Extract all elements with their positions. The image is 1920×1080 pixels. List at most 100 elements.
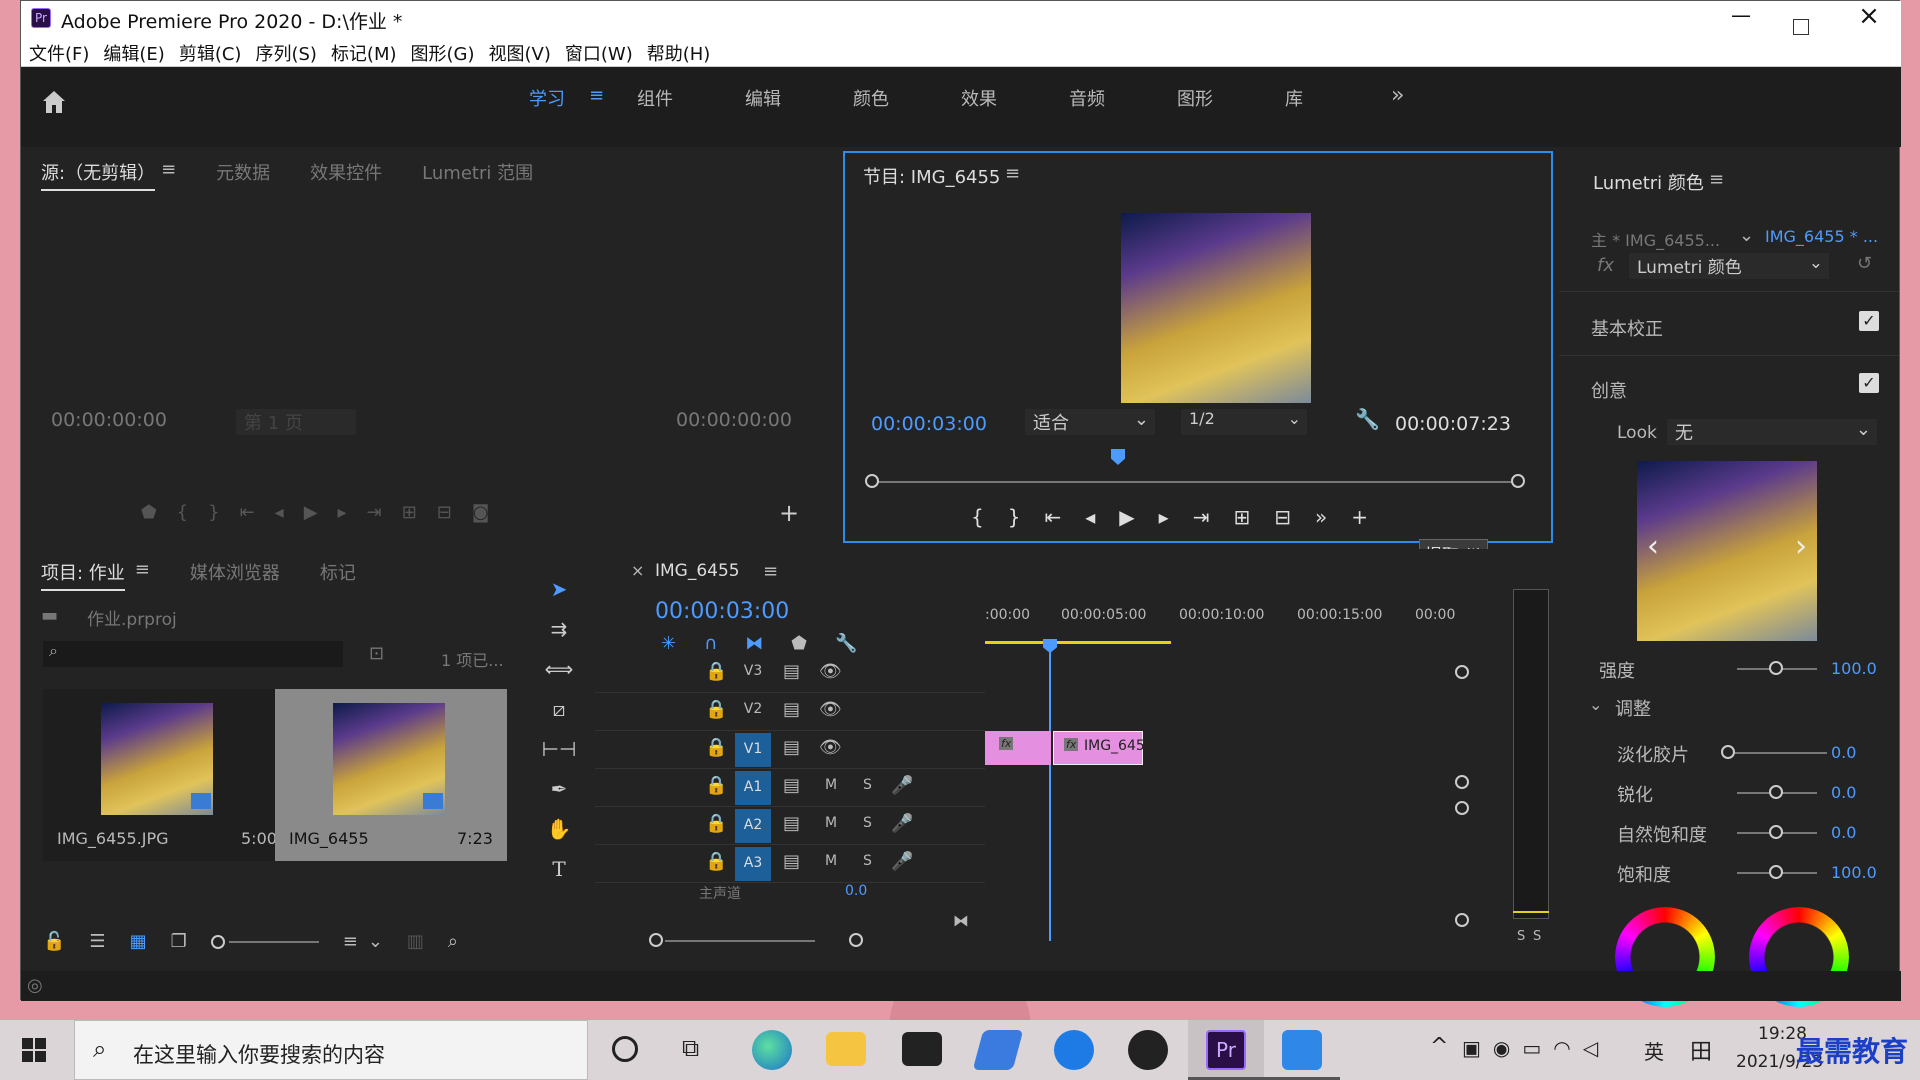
menu-graphics[interactable]: 图形(G) [411,40,475,66]
mute-button[interactable]: M [825,853,837,869]
param-value[interactable]: 0.0 [1831,783,1856,802]
program-add-button[interactable]: + [1351,505,1368,529]
task-switch-icon[interactable]: ⧉ [682,1034,699,1062]
tab-project[interactable]: 项目: 作业 [41,559,125,591]
solo-button[interactable]: S [863,853,872,869]
chevron-down-icon[interactable]: ⌄ [1589,695,1602,714]
mark-out-icon[interactable]: } [1008,505,1021,529]
icon-view-icon[interactable]: ▦ [130,931,147,952]
eye-icon[interactable]: 👁 [819,699,842,720]
maximize-button[interactable] [1793,19,1809,35]
sync-lock-icon[interactable]: ▤ [783,699,800,720]
volume-icon[interactable]: ◁ [1583,1036,1598,1060]
workspace-tab-learn[interactable]: 学习 [529,85,589,111]
camera-icon[interactable]: ◙ [472,502,489,523]
project-item[interactable]: IMG_6455.JPG 5:00 [43,689,277,861]
menu-clip[interactable]: 剪辑(C) [179,40,242,66]
chevron-down-icon[interactable]: ⌄ [368,931,383,952]
tab-source[interactable]: 源:（无剪辑） [41,159,156,191]
timeline-settings-icon[interactable]: 🔧 [835,633,857,654]
list-view-icon[interactable]: ☰ [89,931,105,952]
program-scrub-bar[interactable] [871,481,1521,483]
go-to-out-icon[interactable]: ⇥ [1193,505,1210,529]
step-back-icon[interactable]: ◂ [1085,505,1095,529]
track-label[interactable]: V2 [735,701,771,717]
program-playhead[interactable] [1111,449,1125,465]
extract-icon[interactable]: ⊟ [1274,505,1291,529]
menu-file[interactable]: 文件(F) [29,40,89,66]
look-select[interactable]: 无 ⌄ [1667,419,1877,445]
more-buttons-icon[interactable]: » [1315,505,1327,529]
workspace-menu-icon[interactable]: ≡ [589,85,637,111]
razor-tool-icon[interactable]: ⧄ [541,691,577,727]
lock-icon[interactable]: 🔒 [705,851,727,872]
track-select-tool-icon[interactable]: ⇉ [541,611,577,647]
lock-icon[interactable]: 🔓 [43,931,65,952]
task-view-icon[interactable] [612,1036,638,1062]
lumetri-effect-select[interactable]: Lumetri 颜色 ⌄ [1629,253,1829,279]
project-search-input[interactable]: ⌕ [43,641,343,667]
app-icon-blue[interactable] [972,1030,1024,1070]
look-prev-icon[interactable]: ‹ [1647,529,1659,564]
tray-app-icon[interactable]: ▣ [1462,1036,1481,1060]
sync-lock-icon[interactable]: ▤ [783,813,800,834]
menu-window[interactable]: 窗口(W) [565,40,633,66]
mute-button[interactable]: M [825,777,837,793]
param-knob[interactable] [1721,745,1735,759]
track-label[interactable]: A1 [735,771,771,805]
lumetri-clip[interactable]: IMG_6455 * ... [1765,227,1878,246]
param-value[interactable]: 100.0 [1831,863,1877,882]
track-label[interactable]: V3 [735,663,771,679]
menu-edit[interactable]: 编辑(E) [103,40,164,66]
horizontal-scroll-left[interactable] [649,933,663,947]
app-icon-chrome-like[interactable] [1128,1030,1168,1070]
app-icon-check[interactable] [1054,1030,1094,1070]
taskbar-search-input[interactable]: ⌕ 在这里输入你要搜索的内容 [74,1020,588,1080]
microphone-icon[interactable]: 🎤 [891,851,913,872]
premiere-taskbar-button[interactable]: Pr [1188,1020,1264,1080]
lock-icon[interactable]: 🔒 [705,661,727,682]
slip-tool-icon[interactable]: ⊢⊣ [541,731,577,767]
vertical-scroll-mid[interactable] [1455,775,1469,789]
eye-icon[interactable]: 👁 [819,737,842,758]
go-to-in-icon[interactable]: ⇤ [1044,505,1061,529]
param-knob[interactable] [1769,865,1783,879]
wrench-icon[interactable]: 🔧 [1355,407,1380,431]
intensity-knob[interactable] [1769,661,1783,675]
ripple-edit-tool-icon[interactable]: ⟺ [541,651,577,687]
tab-effect-controls[interactable]: 效果控件 [310,159,382,191]
windows-start-icon[interactable] [22,1038,46,1062]
menu-help[interactable]: 帮助(H) [647,40,711,66]
play-icon[interactable]: ▶ [304,502,318,523]
out-point-icon[interactable]: } [208,502,219,523]
file-explorer-icon[interactable] [826,1032,866,1066]
creative-cloud-icon[interactable]: ◎ [27,975,43,996]
close-sequence-icon[interactable]: × [631,561,644,580]
zoom-to-sequence-icon[interactable]: ⧓ [953,911,969,930]
snap-icon[interactable]: ∩ [704,633,717,654]
tab-markers[interactable]: 标记 [320,559,356,591]
scrub-start-handle[interactable] [865,474,879,488]
meter-solo-right[interactable]: S [1533,929,1541,944]
tab-lumetri-scopes[interactable]: Lumetri 范围 [422,159,533,191]
timeline-playhead[interactable] [1049,641,1051,941]
sync-lock-icon[interactable]: ▤ [783,661,800,682]
source-menu-icon[interactable]: ≡ [161,159,176,191]
workspace-tab-audio[interactable]: 音频 [1069,85,1177,111]
type-tool-icon[interactable]: T [541,851,577,887]
vertical-scroll-audio[interactable] [1455,801,1469,815]
horizontal-scrollbar[interactable] [665,940,815,942]
section-basic-correction[interactable]: 基本校正 [1591,315,1663,341]
project-item[interactable]: IMG_6455 7:23 [275,689,507,861]
selection-tool-icon[interactable]: ➤ [541,571,577,607]
lock-icon[interactable]: 🔒 [705,813,727,834]
track-label[interactable]: V1 [735,733,771,767]
zoom-slider-knob[interactable] [210,934,225,949]
tab-metadata[interactable]: 元数据 [216,159,270,191]
zoom-slider[interactable] [228,940,319,943]
lumetri-master[interactable]: 主 * IMG_6455... [1591,227,1720,251]
vertical-scroll-top[interactable] [1455,665,1469,679]
step-forward-icon[interactable]: ▸ [1159,505,1169,529]
step-forward-icon[interactable]: ▸ [338,502,347,523]
home-icon[interactable] [39,87,69,117]
